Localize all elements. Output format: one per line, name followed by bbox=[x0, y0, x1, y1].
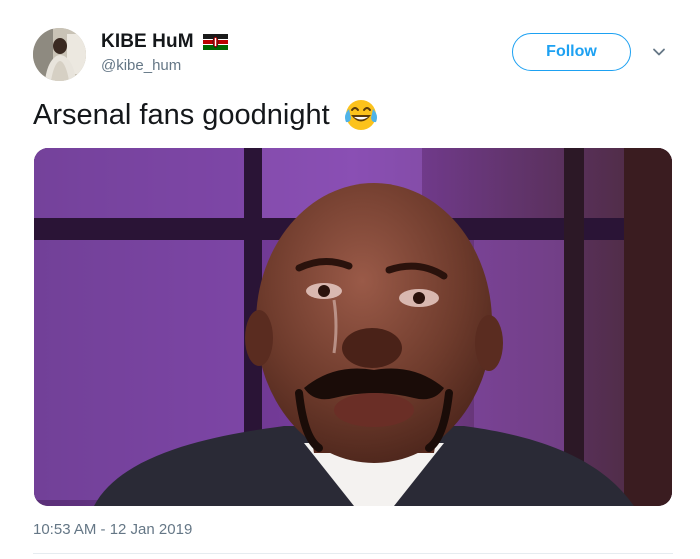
user-handle[interactable]: @kibe_hum bbox=[101, 57, 181, 74]
tweet-timestamp[interactable]: 10:53 AM - 12 Jan 2019 bbox=[33, 521, 192, 538]
face-with-tears-of-joy-icon bbox=[342, 96, 380, 134]
author-name-row[interactable]: KIBE HuM bbox=[101, 31, 228, 53]
tweet-card: KIBE HuM @kibe_hum Follow Arsenal fans g… bbox=[0, 0, 700, 559]
tweet-media-image[interactable] bbox=[34, 148, 672, 506]
kenya-flag-icon bbox=[202, 34, 228, 50]
chevron-down-icon[interactable] bbox=[651, 44, 667, 60]
tweet-text: Arsenal fans goodnight bbox=[33, 96, 380, 134]
display-name[interactable]: KIBE HuM bbox=[101, 31, 194, 53]
follow-button[interactable]: Follow bbox=[512, 33, 631, 71]
avatar[interactable] bbox=[33, 28, 86, 81]
tweet-text-content: Arsenal fans goodnight bbox=[33, 98, 330, 131]
divider bbox=[33, 553, 673, 554]
